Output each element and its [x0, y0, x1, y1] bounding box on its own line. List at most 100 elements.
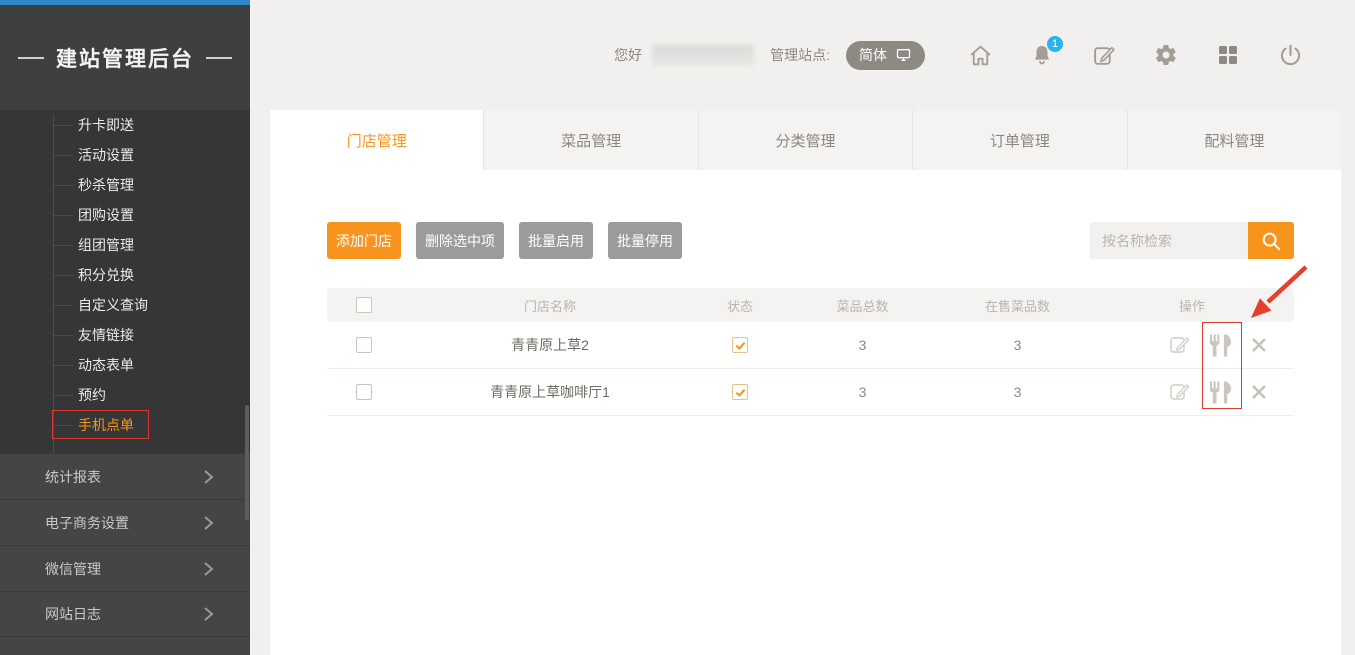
search-button[interactable]: [1248, 222, 1294, 259]
dish-on-sale: 3: [945, 337, 1090, 353]
sidebar-sections: 统计报表电子商务设置微信管理网站日志: [0, 453, 250, 655]
table-row-1: 青青原上草2 33: [327, 322, 1294, 369]
chevron-right-icon: [203, 469, 214, 485]
logout-button[interactable]: [1277, 42, 1303, 68]
column-header: 在售菜品数: [945, 296, 1090, 315]
select-all-checkbox[interactable]: [356, 297, 372, 313]
sidebar-submenu: 升卡即送活动设置秒杀管理团购设置组团管理积分兑换自定义查询友情链接动态表单预约手…: [0, 110, 250, 453]
monitor-icon: [895, 47, 912, 63]
search-input[interactable]: [1090, 222, 1248, 259]
user-cluster: 您好 管理站点: 简体: [614, 41, 925, 70]
column-header: 门店名称: [400, 296, 700, 315]
username-redacted: [652, 45, 754, 66]
topbar: 您好 管理站点: 简体: [250, 5, 1355, 105]
tree-tick-icon: [53, 305, 73, 306]
logo: 建站管理后台: [0, 5, 250, 110]
sidebar-item-2[interactable]: 活动设置: [0, 140, 250, 170]
sidebar-item-label: 秒杀管理: [78, 177, 134, 193]
chevron-right-icon: [203, 515, 214, 531]
table-header-row: 门店名称状态菜品总数在售菜品数操作: [327, 288, 1294, 322]
dish-manage-button[interactable]: [1207, 380, 1234, 405]
compose-icon: [1092, 43, 1117, 68]
dish-on-sale: 3: [945, 384, 1090, 400]
column-header: 菜品总数: [780, 296, 945, 315]
manage-site-label: 管理站点:: [770, 45, 830, 65]
settings-button[interactable]: [1153, 42, 1179, 68]
sidebar-item-1[interactable]: 升卡即送: [0, 110, 250, 140]
notification-badge: 1: [1047, 36, 1063, 52]
tab-bar: 门店管理菜品管理分类管理订单管理配料管理: [270, 110, 1341, 170]
annotation-active-item-box: [52, 410, 149, 439]
sidebar-item-10[interactable]: 预约: [0, 380, 250, 410]
gear-icon: [1154, 43, 1178, 67]
column-header: 操作: [1090, 296, 1294, 315]
table-body: 青青原上草233青青原上草咖啡厅133: [327, 322, 1294, 416]
main-panel: 门店管理菜品管理分类管理订单管理配料管理 添加门店删除选中项批量启用批量停用 门…: [270, 110, 1341, 655]
sidebar-section-1[interactable]: 统计报表: [0, 453, 250, 499]
sidebar-item-3[interactable]: 秒杀管理: [0, 170, 250, 200]
status-checkbox[interactable]: [732, 384, 748, 400]
toolbar-button-2[interactable]: 删除选中项: [416, 222, 504, 259]
sidebar-item-label: 升卡即送: [78, 117, 134, 133]
sidebar-section-label: 网站日志: [45, 604, 101, 624]
logo-title: 建站管理后台: [56, 43, 194, 73]
tree-tick-icon: [53, 395, 73, 396]
store-name: 青青原上草2: [400, 335, 700, 355]
sidebar-section-4[interactable]: 网站日志: [0, 591, 250, 637]
sidebar-item-4[interactable]: 团购设置: [0, 200, 250, 230]
edit-button[interactable]: [1169, 381, 1191, 403]
sidebar-section-3[interactable]: 微信管理: [0, 545, 250, 591]
sidebar-item-11[interactable]: 手机点单: [0, 410, 250, 440]
search-icon: [1260, 230, 1282, 252]
logo-dash-right: [206, 57, 232, 59]
sidebar-item-label: 团购设置: [78, 207, 134, 223]
sidebar-section-2[interactable]: 电子商务设置: [0, 499, 250, 545]
delete-button[interactable]: [1250, 336, 1268, 354]
logo-dash-left: [18, 57, 44, 59]
tree-tick-icon: [53, 275, 73, 276]
sidebar-item-7[interactable]: 自定义查询: [0, 290, 250, 320]
chevron-right-icon: [203, 561, 214, 577]
tab-1[interactable]: 门店管理: [270, 110, 483, 170]
row-select-checkbox[interactable]: [356, 384, 372, 400]
home-button[interactable]: [967, 42, 993, 68]
sidebar-item-9[interactable]: 动态表单: [0, 350, 250, 380]
row-select-checkbox[interactable]: [356, 337, 372, 353]
dish-total: 3: [780, 384, 945, 400]
tree-tick-icon: [53, 215, 73, 216]
tab-2[interactable]: 菜品管理: [483, 110, 697, 170]
toolbar-button-3[interactable]: 批量启用: [519, 222, 593, 259]
chevron-right-icon: [203, 606, 214, 622]
grid-icon: [1217, 44, 1239, 66]
language-button[interactable]: 简体: [846, 41, 925, 70]
toolbar: 添加门店删除选中项批量启用批量停用: [327, 222, 682, 259]
sidebar-section-label: 电子商务设置: [45, 513, 129, 533]
toolbar-button-1[interactable]: 添加门店: [327, 222, 401, 259]
sidebar-item-6[interactable]: 积分兑换: [0, 260, 250, 290]
sidebar-item-label: 积分兑换: [78, 267, 134, 283]
sidebar-section-label: 微信管理: [45, 559, 101, 579]
edit-button[interactable]: [1169, 334, 1191, 356]
dish-manage-button[interactable]: [1207, 333, 1234, 358]
tree-tick-icon: [53, 185, 73, 186]
tab-4[interactable]: 订单管理: [912, 110, 1126, 170]
tab-3[interactable]: 分类管理: [698, 110, 912, 170]
dish-total: 3: [780, 337, 945, 353]
compose-button[interactable]: [1091, 42, 1117, 68]
store-name: 青青原上草咖啡厅1: [400, 382, 700, 402]
sidebar-section-label: 统计报表: [45, 467, 101, 487]
status-checkbox[interactable]: [732, 337, 748, 353]
sidebar-item-8[interactable]: 友情链接: [0, 320, 250, 350]
column-header: 状态: [700, 296, 780, 315]
tab-5[interactable]: 配料管理: [1127, 110, 1341, 170]
toolbar-button-4[interactable]: 批量停用: [608, 222, 682, 259]
sidebar-scrollbar[interactable]: [245, 405, 249, 520]
sidebar-item-5[interactable]: 组团管理: [0, 230, 250, 260]
notifications-button[interactable]: 1: [1029, 42, 1055, 68]
sidebar-item-label: 活动设置: [78, 147, 134, 163]
sidebar-item-label: 自定义查询: [78, 297, 148, 313]
sidebar-item-label: 预约: [78, 387, 106, 403]
delete-button[interactable]: [1250, 383, 1268, 401]
apps-grid-button[interactable]: [1215, 42, 1241, 68]
greeting-text: 您好: [614, 45, 642, 65]
